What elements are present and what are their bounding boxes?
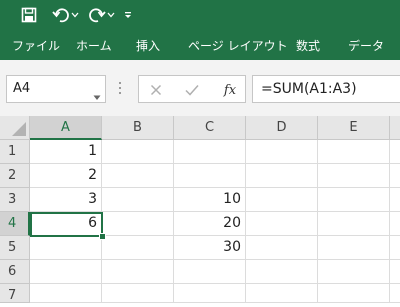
cell-a6[interactable] xyxy=(30,260,102,284)
redo-dropdown-icon[interactable] xyxy=(106,4,116,26)
column-header-d[interactable]: D xyxy=(246,116,318,140)
cell-e7[interactable] xyxy=(318,284,390,303)
customize-qat-icon[interactable] xyxy=(122,4,134,26)
cell-c2[interactable] xyxy=(174,164,246,188)
row-header-4[interactable]: 4 xyxy=(0,212,30,236)
chevron-down-icon[interactable] xyxy=(93,86,101,105)
formula-bar-area: A4 fx =SUM(A1:A3) xyxy=(0,60,400,117)
tab-page-layout[interactable]: ページ レイアウト xyxy=(188,32,288,60)
ribbon-tabs: ファイル ホーム 挿入 ページ レイアウト 数式 データ xyxy=(0,32,400,60)
cell-b4[interactable] xyxy=(102,212,174,236)
name-box[interactable]: A4 xyxy=(6,75,106,103)
spreadsheet-grid: A B C D E 1 2 3 4 5 6 7 1 2 3 10 6 20 30 xyxy=(0,116,400,303)
row-header-1[interactable]: 1 xyxy=(0,140,30,164)
column-header-b[interactable]: B xyxy=(102,116,174,140)
quick-access-toolbar xyxy=(0,0,400,32)
cell-b6[interactable] xyxy=(102,260,174,284)
cell-e2[interactable] xyxy=(318,164,390,188)
check-icon[interactable] xyxy=(181,79,203,101)
redo-icon[interactable] xyxy=(86,4,108,26)
cell-d2[interactable] xyxy=(246,164,318,188)
cell-a7[interactable] xyxy=(30,284,102,303)
formula-text: =SUM(A1:A3) xyxy=(261,81,357,97)
cell-f6[interactable] xyxy=(390,260,400,284)
cell-b3[interactable] xyxy=(102,188,174,212)
cell-e5[interactable] xyxy=(318,236,390,260)
row-header-5[interactable]: 5 xyxy=(0,236,30,260)
fill-handle[interactable] xyxy=(99,233,106,240)
cell-e1[interactable] xyxy=(318,140,390,164)
tab-file[interactable]: ファイル xyxy=(12,32,60,60)
cell-e3[interactable] xyxy=(318,188,390,212)
select-all-button[interactable] xyxy=(0,116,30,140)
tab-formulas[interactable]: 数式 xyxy=(296,32,320,60)
cell-c5[interactable]: 30 xyxy=(174,236,246,260)
row-header-3[interactable]: 3 xyxy=(0,188,30,212)
cell-e6[interactable] xyxy=(318,260,390,284)
cell-e4[interactable] xyxy=(318,212,390,236)
cell-d1[interactable] xyxy=(246,140,318,164)
cell-a1[interactable]: 1 xyxy=(30,140,102,164)
cell-d7[interactable] xyxy=(246,284,318,303)
row-header-7[interactable]: 7 xyxy=(0,284,30,303)
cell-b2[interactable] xyxy=(102,164,174,188)
save-icon[interactable] xyxy=(18,4,40,26)
cell-b7[interactable] xyxy=(102,284,174,303)
cell-d6[interactable] xyxy=(246,260,318,284)
tab-data[interactable]: データ xyxy=(348,32,384,60)
column-header-c[interactable]: C xyxy=(174,116,246,140)
cell-f2[interactable] xyxy=(390,164,400,188)
cell-a4[interactable]: 6 xyxy=(30,212,102,236)
column-header-f[interactable] xyxy=(390,116,400,140)
undo-icon[interactable] xyxy=(50,4,72,26)
cell-a2[interactable]: 2 xyxy=(30,164,102,188)
cell-d5[interactable] xyxy=(246,236,318,260)
row-header-2[interactable]: 2 xyxy=(0,164,30,188)
cell-c6[interactable] xyxy=(174,260,246,284)
column-header-a[interactable]: A xyxy=(30,116,102,140)
cell-c7[interactable] xyxy=(174,284,246,303)
cell-c1[interactable] xyxy=(174,140,246,164)
cell-f3[interactable] xyxy=(390,188,400,212)
undo-dropdown-icon[interactable] xyxy=(70,4,80,26)
row-header-6[interactable]: 6 xyxy=(0,260,30,284)
cell-f5[interactable] xyxy=(390,236,400,260)
cell-a3[interactable]: 3 xyxy=(30,188,102,212)
column-header-e[interactable]: E xyxy=(318,116,390,140)
cell-b5[interactable] xyxy=(102,236,174,260)
cell-c3[interactable]: 10 xyxy=(174,188,246,212)
cell-d4[interactable] xyxy=(246,212,318,236)
tab-home[interactable]: ホーム xyxy=(76,32,112,60)
cell-d3[interactable] xyxy=(246,188,318,212)
insert-function-icon[interactable]: fx xyxy=(219,79,241,101)
cell-f7[interactable] xyxy=(390,284,400,303)
cell-f1[interactable] xyxy=(390,140,400,164)
formula-buttons: fx xyxy=(138,75,246,103)
cell-b1[interactable] xyxy=(102,140,174,164)
name-box-value: A4 xyxy=(13,81,31,96)
tab-insert[interactable]: 挿入 xyxy=(136,32,160,60)
cancel-icon[interactable] xyxy=(145,79,167,101)
cell-c4[interactable]: 20 xyxy=(174,212,246,236)
cell-a5[interactable] xyxy=(30,236,102,260)
splitter-handle[interactable] xyxy=(119,82,121,96)
cell-f4[interactable] xyxy=(390,212,400,236)
formula-input[interactable]: =SUM(A1:A3) xyxy=(252,75,400,103)
